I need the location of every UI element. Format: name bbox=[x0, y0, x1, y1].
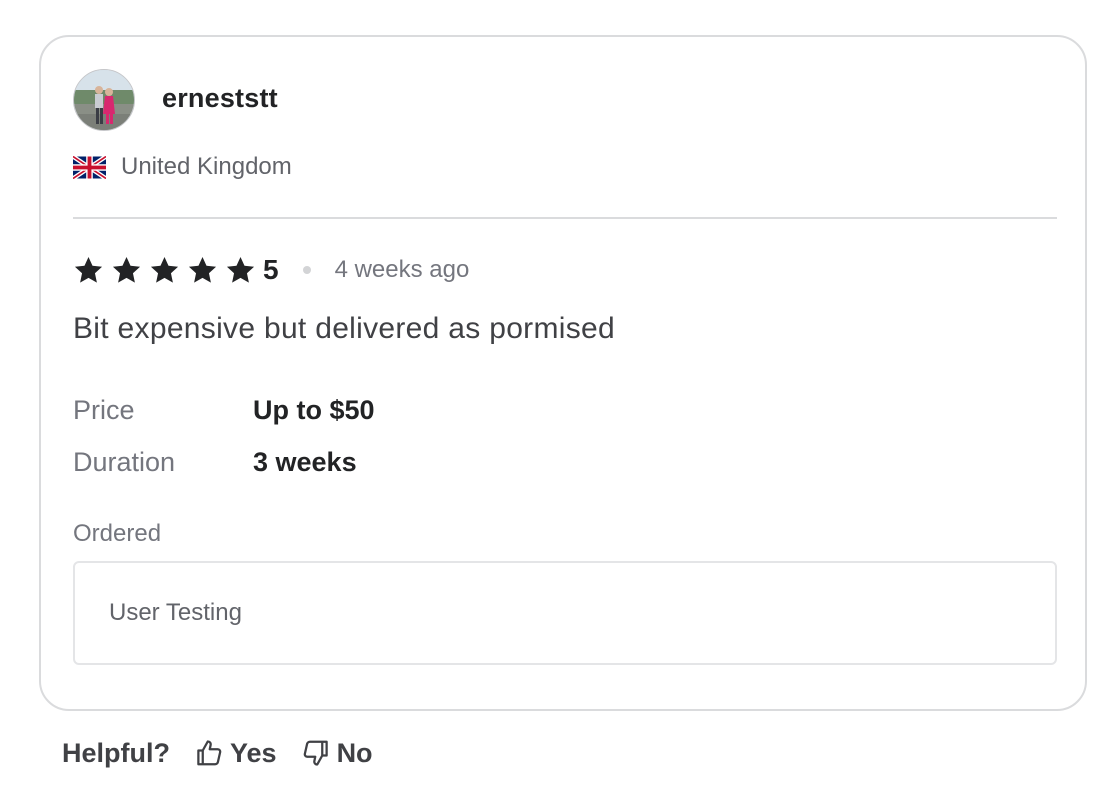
no-label: No bbox=[336, 737, 373, 768]
star-icon bbox=[74, 256, 103, 283]
star-icon bbox=[112, 256, 141, 283]
review-text: Bit expensive but delivered as pormised bbox=[73, 312, 615, 345]
review-card: erneststt United Kingdom 5 4 weeks ago B… bbox=[39, 35, 1087, 711]
star-icon bbox=[226, 256, 255, 283]
review-time: 4 weeks ago bbox=[334, 256, 470, 283]
username[interactable]: erneststt bbox=[162, 83, 278, 114]
duration-label: Duration bbox=[73, 446, 176, 477]
helpful-label: Helpful? bbox=[62, 737, 170, 768]
duration-value: 3 weeks bbox=[253, 446, 357, 477]
price-row: Price Up to $50 bbox=[73, 392, 375, 428]
rating-value: 5 bbox=[263, 254, 279, 285]
rating-row: 5 4 weeks ago bbox=[73, 252, 469, 288]
duration-row: Duration 3 weeks bbox=[73, 444, 357, 480]
price-value: Up to $50 bbox=[253, 394, 375, 425]
thumbs-down-icon bbox=[303, 740, 328, 766]
star-icon bbox=[188, 256, 217, 283]
divider bbox=[73, 217, 1057, 219]
ordered-service[interactable]: User Testing bbox=[73, 561, 1057, 665]
ordered-service-name: User Testing bbox=[109, 599, 242, 626]
avatar-photo-icon bbox=[74, 70, 134, 130]
star-rating bbox=[73, 255, 263, 286]
helpful-section: Helpful? Yes No bbox=[62, 733, 373, 773]
helpful-yes-button[interactable]: Yes bbox=[194, 738, 277, 769]
thumbs-up-icon bbox=[197, 740, 222, 766]
separator-dot bbox=[302, 266, 311, 274]
ordered-label: Ordered bbox=[73, 520, 162, 547]
helpful-no-button[interactable]: No bbox=[301, 738, 373, 769]
user-avatar[interactable] bbox=[73, 69, 135, 131]
user-country: United Kingdom bbox=[73, 152, 292, 182]
star-icon bbox=[150, 256, 179, 283]
yes-label: Yes bbox=[230, 737, 277, 768]
country-name: United Kingdom bbox=[121, 153, 292, 180]
uk-flag-icon bbox=[73, 155, 106, 179]
price-label: Price bbox=[73, 394, 135, 425]
